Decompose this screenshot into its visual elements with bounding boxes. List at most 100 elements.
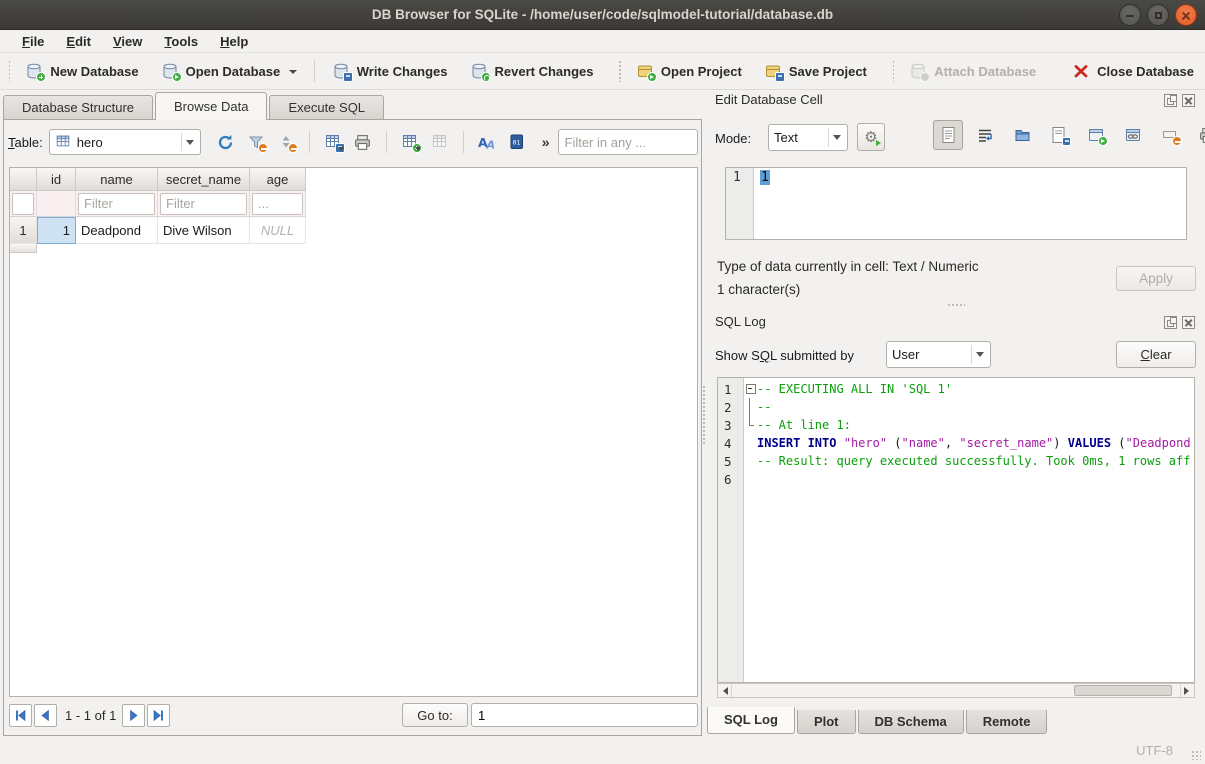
tab-sql-log[interactable]: SQL Log (707, 707, 795, 734)
close-button[interactable] (1175, 4, 1197, 26)
cell-id[interactable]: 1 (37, 217, 76, 244)
fold-marker-icon[interactable] (744, 380, 757, 398)
toolbar-drag-handle[interactable] (618, 60, 620, 82)
toolbar-overflow-chevron[interactable]: » (542, 134, 550, 150)
tab-browse-data[interactable]: Browse Data (155, 92, 267, 120)
previous-record-icon (39, 709, 52, 722)
word-wrap-button[interactable] (970, 120, 1000, 150)
dock-splitter-handle[interactable] (947, 303, 965, 307)
close-database-icon (1072, 62, 1090, 80)
new-database-button[interactable]: New Database (14, 56, 149, 86)
sql-log-view[interactable]: 1-- EXECUTING ALL IN 'SQL 1'2--3-- At li… (717, 377, 1195, 683)
close-database-button[interactable]: Close Database (1061, 56, 1205, 86)
app-window: DB Browser for SQLite - /home/user/code/… (0, 0, 1205, 764)
open-in-window-button[interactable] (1081, 120, 1111, 150)
filter-input-name[interactable] (78, 193, 155, 215)
write-changes-button[interactable]: Write Changes (321, 56, 459, 86)
tab-db-schema[interactable]: DB Schema (858, 710, 964, 734)
last-record-button[interactable] (147, 704, 170, 727)
set-null-icon (1161, 126, 1179, 144)
menu-help[interactable]: Help (210, 32, 258, 51)
format-button[interactable]: AA (474, 129, 500, 155)
column-header-id[interactable]: id (37, 168, 76, 191)
tab-remote[interactable]: Remote (966, 710, 1048, 734)
link-button[interactable] (1118, 120, 1148, 150)
filter-input-age[interactable] (252, 193, 303, 215)
float-dock-icon[interactable] (1164, 316, 1177, 329)
column-header-name[interactable]: name (76, 168, 158, 191)
cell-age[interactable]: NULL (250, 217, 306, 244)
filter-any-column-input[interactable] (558, 129, 698, 155)
set-null-button[interactable] (1155, 120, 1185, 150)
text-mode-button[interactable] (933, 120, 963, 150)
grid-header-row: id name secret_name age (10, 168, 697, 191)
submitted-by-value: User (892, 347, 919, 362)
scroll-left-icon[interactable] (718, 684, 732, 697)
cell-name[interactable]: Deadpond (76, 217, 158, 244)
clear-sort-icon (277, 133, 295, 151)
scrollbar-thumb[interactable] (1074, 685, 1172, 696)
sql-log-lines: 1-- EXECUTING ALL IN 'SQL 1'2--3-- At li… (718, 380, 1194, 488)
titlebar[interactable]: DB Browser for SQLite - /home/user/code/… (0, 0, 1205, 30)
clear-sort-button[interactable] (273, 129, 299, 155)
menu-tools[interactable]: Tools (154, 32, 208, 51)
float-dock-icon[interactable] (1164, 94, 1177, 107)
encoding-indicator[interactable]: UTF-8 (1136, 743, 1173, 758)
open-project-button[interactable]: Open Project (625, 56, 753, 86)
auto-apply-settings-button[interactable] (857, 123, 885, 151)
revert-changes-button[interactable]: Revert Changes (459, 56, 605, 86)
tab-execute-sql[interactable]: Execute SQL (269, 95, 384, 120)
open-database-button[interactable]: Open Database (150, 56, 309, 86)
cell-editor[interactable]: 1 1 (725, 167, 1187, 240)
toolbar-drag-handle[interactable] (892, 60, 894, 82)
chevron-down-icon (415, 147, 421, 154)
filter-input-id[interactable] (12, 193, 34, 215)
binary-view-button[interactable]: 01 (504, 129, 530, 155)
next-record-button[interactable] (122, 704, 145, 727)
goto-record-input[interactable] (471, 703, 698, 727)
sql-log-line: 1-- EXECUTING ALL IN 'SQL 1' (718, 380, 1194, 398)
filter-input-secret-name[interactable] (160, 193, 247, 215)
table-select[interactable]: hero (49, 129, 201, 155)
sql-log-horizontal-scrollbar[interactable] (717, 683, 1195, 698)
scroll-right-icon[interactable] (1180, 684, 1194, 697)
database-save-icon (332, 62, 350, 80)
maximize-button[interactable] (1147, 4, 1169, 26)
export-table-button[interactable] (320, 129, 346, 155)
cell-editor-content[interactable]: 1 (760, 170, 770, 185)
panel-splitter-handle[interactable] (702, 385, 706, 445)
tab-database-structure[interactable]: Database Structure (3, 95, 153, 120)
first-record-button[interactable] (9, 704, 32, 727)
tab-plot[interactable]: Plot (797, 710, 856, 734)
print-cell-button[interactable] (1192, 120, 1205, 150)
menu-view[interactable]: View (103, 32, 152, 51)
open-database-dropdown-icon[interactable] (289, 70, 297, 78)
save-project-button[interactable]: Save Project (753, 56, 878, 86)
mode-select[interactable]: Text (768, 124, 848, 151)
column-header-secret-name[interactable]: secret_name (158, 168, 250, 191)
close-dock-icon[interactable] (1182, 316, 1195, 329)
import-file-button[interactable] (1007, 120, 1037, 150)
minimize-button[interactable] (1119, 4, 1141, 26)
delete-record-icon (431, 133, 449, 151)
toolbar-drag-handle[interactable] (8, 60, 10, 82)
insert-record-button[interactable] (397, 129, 423, 155)
refresh-button[interactable] (213, 129, 239, 155)
print-table-button[interactable] (350, 129, 376, 155)
row-header[interactable]: 1 (10, 217, 37, 244)
close-dock-icon[interactable] (1182, 94, 1195, 107)
clear-filters-button[interactable] (243, 129, 269, 155)
export-file-button[interactable] (1044, 120, 1074, 150)
menu-edit[interactable]: Edit (56, 32, 101, 51)
menu-file[interactable]: File (12, 32, 54, 51)
resize-grip-icon[interactable] (1191, 750, 1201, 760)
cell-secret-name[interactable]: Dive Wilson (158, 217, 250, 244)
submitted-by-select[interactable]: User (886, 341, 991, 368)
main-toolbar: New Database Open Database Write Changes… (0, 53, 1205, 90)
column-header-age[interactable]: age (250, 168, 306, 191)
last-record-icon (152, 709, 165, 722)
corner-header[interactable] (10, 168, 37, 191)
clear-log-button[interactable]: Clear (1116, 341, 1196, 368)
previous-record-button[interactable] (34, 704, 57, 727)
goto-button[interactable]: Go to: (402, 703, 468, 727)
